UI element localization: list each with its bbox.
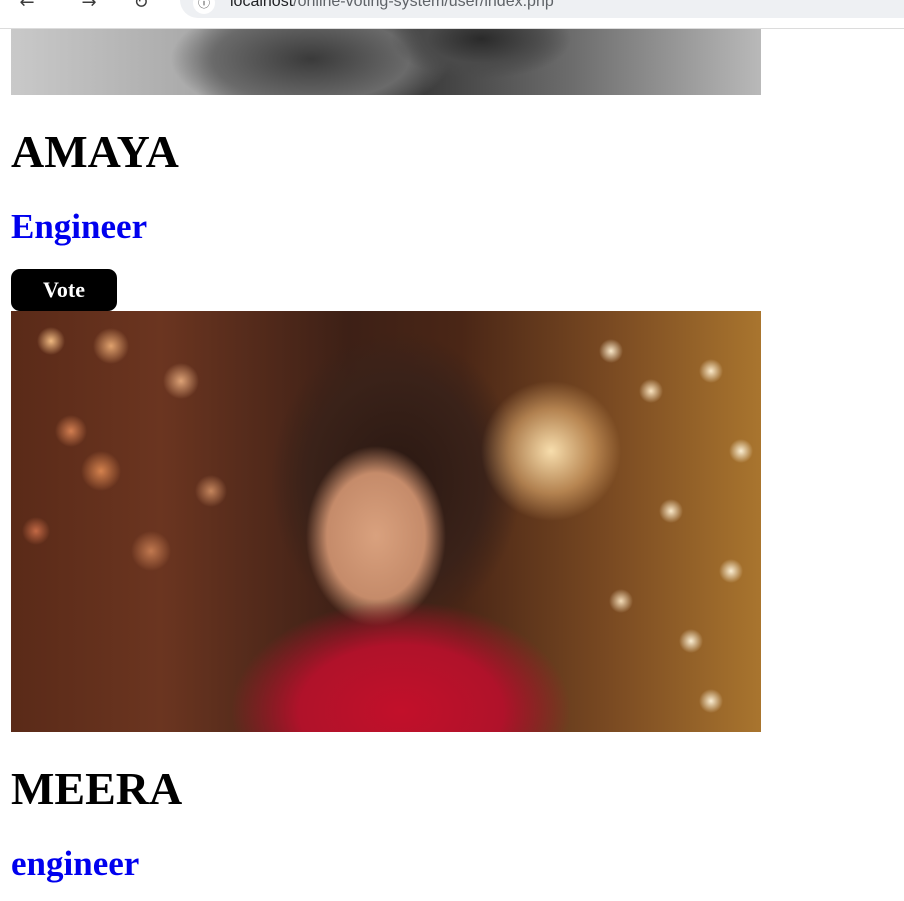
url-path: /online-voting-system/user/index.php [293,0,554,10]
site-info-icon[interactable]: ⓘ [193,0,215,14]
candidate-name-amaya: AMAYA [11,126,179,177]
arrow-right-icon[interactable]: → [78,0,100,14]
candidate-photo-amaya [11,29,761,95]
browser-toolbar: ← → ↻ ⓘ localhost/online-voting-system/u… [0,0,904,29]
candidate-role-amaya: Engineer [11,207,148,246]
candidate-role-meera: engineer [11,844,140,883]
candidate-list: AMAYA Engineer Vote MEERA engineer [11,29,771,882]
address-bar[interactable]: ⓘ localhost/online-voting-system/user/in… [180,0,904,18]
candidate-photo-meera [11,311,761,732]
arrow-left-icon[interactable]: ← [16,0,38,14]
candidate-name-meera: MEERA [11,763,183,814]
reload-icon[interactable]: ↻ [130,0,152,14]
url-text[interactable]: localhost/online-voting-system/user/inde… [230,0,554,11]
vote-button[interactable]: Vote [11,269,117,311]
url-host: localhost [230,0,294,10]
